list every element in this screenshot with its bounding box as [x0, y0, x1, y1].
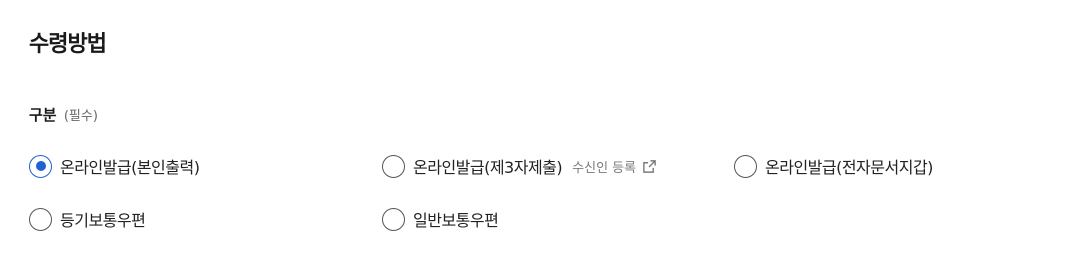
- radio-label: 온라인발급(본인출력): [60, 158, 200, 177]
- radio-label: 등기보통우편: [60, 211, 146, 230]
- section-title: 수령방법: [29, 32, 107, 57]
- radio-online-third-party[interactable]: 온라인발급(제3자제출) 수신인 등록: [382, 153, 657, 179]
- radio-button[interactable]: [734, 154, 757, 178]
- field-label: 구분 (필수): [29, 104, 98, 125]
- required-indicator: (필수): [63, 109, 98, 124]
- radio-online-self-print[interactable]: 온라인발급(본인출력): [29, 153, 200, 179]
- radio-button-checked[interactable]: [29, 154, 52, 178]
- radio-button[interactable]: [382, 207, 405, 231]
- radio-label: 온라인발급(제3자제출): [413, 158, 563, 177]
- radio-label: 일반보통우편: [413, 211, 499, 230]
- radio-regular-mail[interactable]: 일반보통우편: [382, 206, 499, 232]
- radio-online-e-wallet[interactable]: 온라인발급(전자문서지갑): [734, 153, 933, 179]
- field-label-text: 구분: [29, 106, 57, 124]
- register-recipient-link[interactable]: 수신인 등록: [572, 157, 657, 176]
- radio-label: 온라인발급(전자문서지갑): [765, 158, 933, 177]
- radio-registered-mail[interactable]: 등기보통우편: [29, 206, 146, 232]
- radio-button[interactable]: [382, 154, 405, 178]
- radio-dot: [35, 161, 46, 171]
- register-recipient-label: 수신인 등록: [572, 160, 637, 176]
- external-link-icon: [643, 159, 656, 173]
- radio-button[interactable]: [29, 207, 52, 231]
